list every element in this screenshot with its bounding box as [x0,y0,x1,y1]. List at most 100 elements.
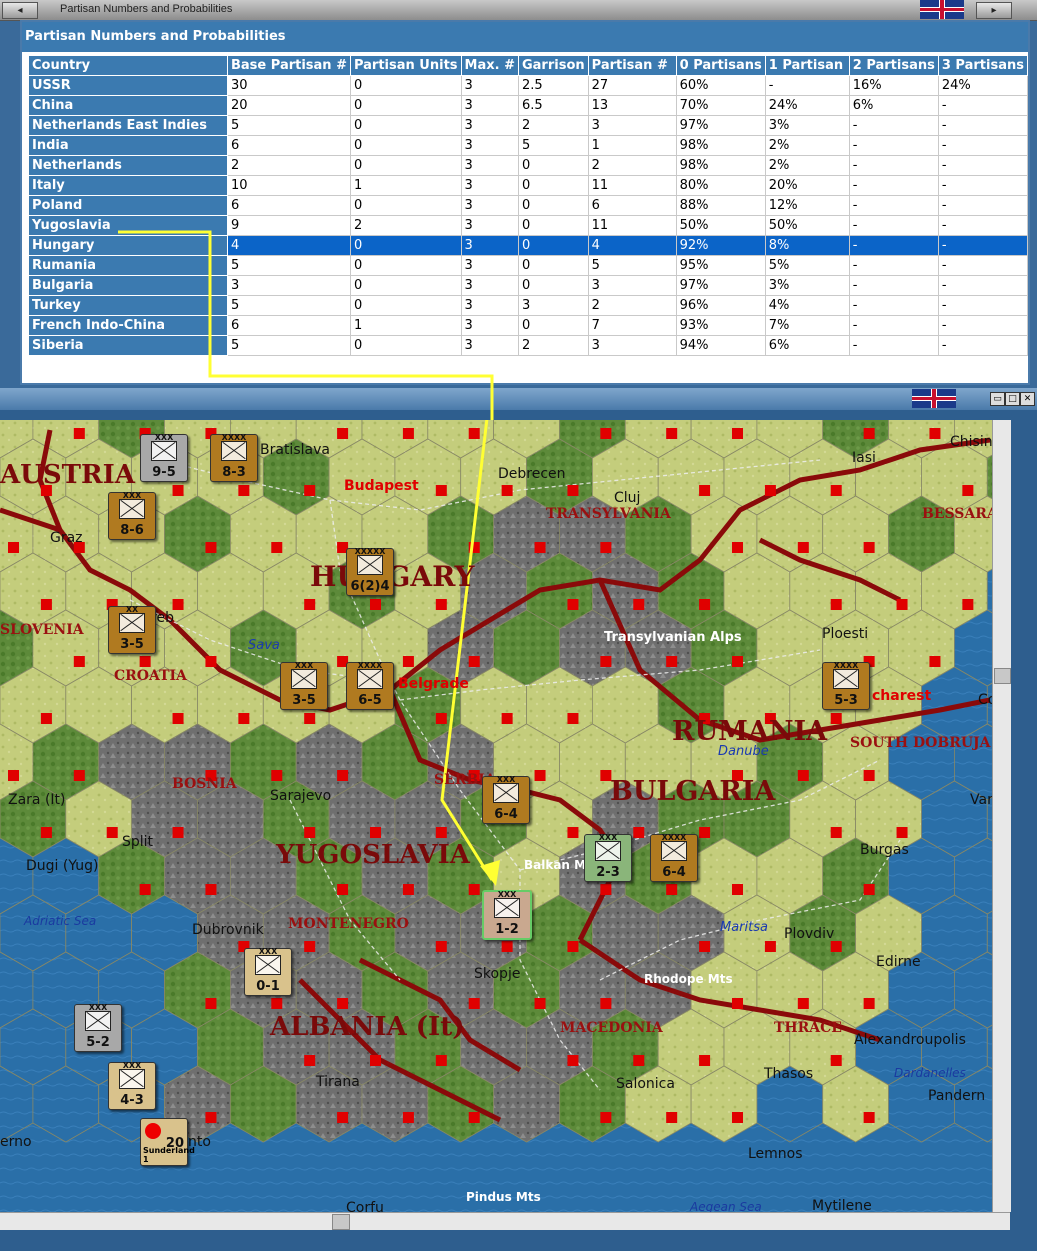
control-marker [863,884,875,895]
control-marker [205,1112,217,1123]
value-cell: 50% [764,215,850,236]
unit-counter[interactable]: XXXX 6-5 [346,661,394,710]
unit-counter[interactable]: XXX 3-5 [280,661,328,710]
map-vertical-scrollbar[interactable] [992,420,1011,1212]
region-label: SOUTH DOBRUJA [850,735,991,751]
unit-counter[interactable]: XXXX 8-3 [210,433,258,482]
infantry-symbol-icon [595,841,621,861]
table-row[interactable]: Hungary 4 0 3 0 4 92% 8% - - [28,235,1028,256]
control-marker [435,941,447,952]
column-header[interactable]: Garrison [517,55,589,76]
column-header[interactable]: Country [28,55,228,76]
column-header[interactable]: Partisan Units [349,55,462,76]
value-cell: - [848,215,939,236]
city-label: Cluj [614,490,641,506]
region-label: MONTENEGRO [288,916,409,932]
unit-counter[interactable]: XXX 5-2 [74,1003,122,1052]
city-label: Pandern [928,1088,986,1104]
value-cell: 16% [848,75,939,96]
column-header[interactable]: Base Partisan # [227,55,351,76]
value-cell: 0 [349,335,462,356]
infantry-symbol-icon [119,613,145,633]
window-restore-button[interactable]: ▭ [990,392,1005,406]
value-cell: 0 [517,255,589,276]
control-marker [40,599,52,610]
table-row[interactable]: Bulgaria 3 0 3 0 3 97% 3% - - [28,275,1028,296]
control-marker [929,428,941,439]
country-cell: India [28,135,228,156]
value-cell: - [848,315,939,336]
value-cell: 3 [460,175,519,196]
value-cell: 95% [675,255,766,276]
control-marker [40,827,52,838]
control-marker [271,542,283,553]
unit-counter[interactable]: XXXX 6-4 [650,833,698,882]
unit-counter[interactable]: XXX 1-2 [482,890,532,940]
control-marker [304,713,316,724]
value-cell: 12% [764,195,850,216]
unit-counter[interactable]: XXX 9-5 [140,433,188,482]
unit-counter[interactable]: XXX 4-3 [108,1061,156,1110]
column-header[interactable]: 3 Partisans [937,55,1028,76]
value-cell: 1 [587,135,677,156]
window-minimize-button[interactable]: ▸ [976,2,1012,19]
unit-counter[interactable]: XXX 0-1 [244,947,292,996]
value-cell: 6 [227,135,351,156]
value-cell: 6.5 [517,95,589,116]
table-row[interactable]: Rumania 5 0 3 0 5 95% 5% - - [28,255,1028,276]
control-marker [402,884,414,895]
control-marker [830,485,842,496]
window-close-button[interactable]: ✕ [1020,392,1035,406]
unit-counter[interactable]: XXX 6-4 [482,775,530,824]
table-row[interactable]: Poland 6 0 3 0 6 88% 12% - - [28,195,1028,216]
table-row[interactable]: Netherlands East Indies 5 0 3 2 3 97% 3% - - [28,115,1028,136]
ship-counter[interactable]: 20 Sunderland 1 [140,1118,195,1166]
value-cell: 96% [675,295,766,316]
table-row[interactable]: Siberia 5 0 3 2 3 94% 6% - - [28,335,1028,356]
column-header[interactable]: 2 Partisans [848,55,939,76]
value-cell: 8% [764,235,850,256]
unit-counter[interactable]: XXXX 5-3 [822,661,870,710]
control-marker [139,884,151,895]
value-cell: 93% [675,315,766,336]
country-cell: Yugoslavia [28,215,228,236]
map-horizontal-scrollbar[interactable] [0,1212,1010,1230]
city-label: Skopje [474,966,521,982]
city-label: Mytilene [812,1198,872,1212]
table-row[interactable]: China 20 0 3 6.5 13 70% 24% 6% - [28,95,1028,116]
value-cell: 0 [349,155,462,176]
control-marker [633,599,645,610]
scroll-thumb[interactable] [994,668,1011,684]
unit-counter[interactable]: XXX 8-6 [108,491,156,540]
window-maximize-button[interactable]: □ [1005,392,1020,406]
value-cell: - [937,295,1028,316]
scroll-thumb[interactable] [332,1214,350,1230]
value-cell: - [937,175,1028,196]
column-header[interactable]: 0 Partisans [675,55,766,76]
column-header[interactable]: Partisan # [587,55,677,76]
control-marker [764,941,776,952]
table-row[interactable]: Italy 10 1 3 0 11 80% 20% - - [28,175,1028,196]
table-row[interactable]: India 6 0 3 5 1 98% 2% - - [28,135,1028,156]
game-map[interactable]: AUSTRIAHUNGARYYUGOSLAVIARUMANIABULGARIAA… [0,420,1010,1212]
unit-counter[interactable]: XX 3-5 [108,605,156,654]
value-cell: 0 [349,135,462,156]
value-cell: 27 [587,75,677,96]
window-menu-button[interactable]: ◂ [2,2,38,19]
value-cell: 0 [349,95,462,116]
value-cell: 24% [764,95,850,116]
table-row[interactable]: Turkey 5 0 3 3 2 96% 4% - - [28,295,1028,316]
table-row[interactable]: USSR 30 0 3 2.5 27 60% -16% 24% [28,75,1028,96]
column-header[interactable]: Max. # [460,55,519,76]
table-row[interactable]: Yugoslavia 9 2 3 0 11 50% 50% - - [28,215,1028,236]
control-marker [896,599,908,610]
unit-counter[interactable]: XXXXX 6(2)4 [346,547,394,596]
value-cell: 7 [587,315,677,336]
value-cell: 60% [675,75,766,96]
unit-counter[interactable]: XXX 2-3 [584,833,632,882]
table-row[interactable]: Netherlands 2 0 3 0 2 98% 2% - - [28,155,1028,176]
column-header[interactable]: 1 Partisan [764,55,850,76]
table-row[interactable]: French Indo-China 6 1 3 0 7 93% 7% - - [28,315,1028,336]
city-label: erno [0,1134,32,1150]
value-cell: 3 [460,95,519,116]
